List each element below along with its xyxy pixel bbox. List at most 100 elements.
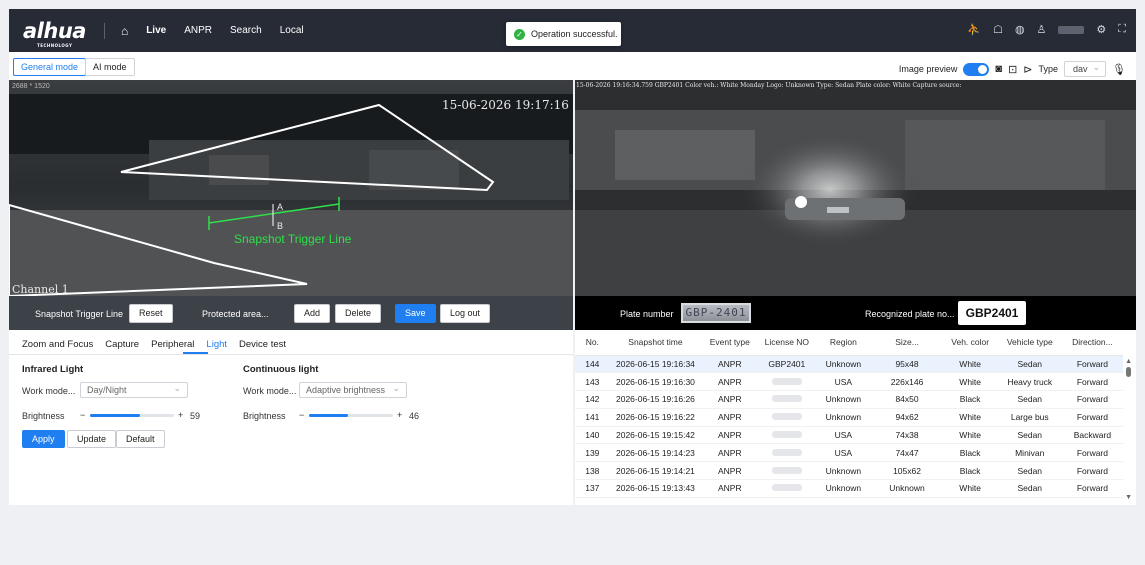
plate-image: GBP-2401 (681, 303, 751, 323)
tab-device-test[interactable]: Device test (239, 339, 286, 350)
trigger-line-label: Snapshot Trigger Line (234, 232, 352, 246)
column-header: License NO (758, 330, 816, 356)
scrollbar-thumb[interactable] (1126, 367, 1131, 377)
blurred-license (771, 448, 802, 456)
cl-plus-button[interactable]: + (397, 410, 402, 420)
table-cell: USA (815, 443, 872, 463)
table-row[interactable]: 142 2026-06-15 19:16:26 ANPR Unknown 84x50 Bl… (575, 390, 1123, 409)
column-header: Direction... (1061, 330, 1123, 356)
record-icon[interactable]: ⊡ (1008, 63, 1017, 76)
fullscreen-icon[interactable]: ⛶ (1118, 23, 1126, 36)
table-cell: Forward (1061, 390, 1123, 409)
table-cell: 143 (575, 372, 610, 392)
table-cell (758, 479, 816, 498)
nav-anpr[interactable]: ANPR (184, 25, 212, 36)
tab-light[interactable]: Light (206, 339, 227, 350)
recognized-plate-label: Recognized plate no... (865, 309, 955, 319)
table-row[interactable]: 144 2026-06-15 19:16:34 ANPR GBP2401 Unknown… (575, 355, 1123, 374)
user-icon[interactable]: ♙ (1037, 23, 1047, 36)
table-cell: Sedan (997, 390, 1062, 409)
logout-button[interactable]: Log out (440, 304, 491, 323)
cl-minus-button[interactable]: − (299, 410, 304, 420)
apply-button[interactable]: Apply (22, 430, 65, 448)
check-circle-icon: ✓ (514, 28, 525, 40)
table-cell: White (942, 426, 998, 445)
delete-button[interactable]: Delete (335, 304, 382, 323)
table-row[interactable]: 137 2026-06-15 19:13:43 ANPR Unknown Unknown… (575, 479, 1123, 498)
scroll-up-icon[interactable]: ▲ (1125, 358, 1132, 365)
image-preview-toggle[interactable] (963, 62, 990, 76)
cl-brightness-slider[interactable] (309, 414, 393, 417)
table-cell: 139 (575, 443, 610, 463)
table-row[interactable]: 141 2026-06-15 19:16:22 ANPR Unknown 94x62 Wh… (575, 408, 1123, 427)
live-video-left[interactable]: 2688 * 1520 15-06-2026 19:17:16 Channel … (9, 80, 573, 296)
cl-work-mode-select[interactable]: Adaptive brightness (299, 381, 407, 398)
scroll-down-icon[interactable]: ▼ (1125, 494, 1132, 501)
table-cell: White (942, 408, 998, 427)
table-row[interactable]: 138 2026-06-15 19:14:21 ANPR Unknown 105x62 B… (575, 461, 1123, 481)
table-cell: 2026-06-15 19:13:43 (609, 479, 702, 498)
blurred-license (771, 431, 802, 439)
general-mode-button[interactable]: General mode (13, 58, 87, 76)
ir-brightness-slider[interactable] (90, 414, 174, 417)
mic-icon[interactable]: 🎙 (1112, 63, 1126, 76)
settings-icon[interactable]: ⚙ (1096, 23, 1106, 36)
ai-mode-button[interactable]: AI mode (85, 58, 135, 76)
table-row[interactable]: 143 2026-06-15 19:16:30 ANPR USA 226x146 Whit… (575, 372, 1123, 392)
table-cell: 2026-06-15 19:16:34 (609, 355, 702, 374)
nav-local[interactable]: Local (280, 25, 304, 36)
type-label: Type (1038, 64, 1059, 74)
nav-search[interactable]: Search (230, 25, 262, 36)
save-button[interactable]: Save (395, 304, 436, 323)
anpr-records-table: No. Snapshot time Event type License NO Regi… (575, 330, 1136, 505)
main-nav: ⌂ Live ANPR Search Local (121, 24, 304, 38)
table-cell: Forward (1061, 461, 1123, 481)
table-row[interactable]: 139 2026-06-15 19:14:23 ANPR USA 74x47 Black M… (575, 443, 1123, 463)
column-header: No. (575, 330, 610, 356)
table-header-row: No. Snapshot time Event type License NO Regi… (575, 330, 1123, 356)
add-button[interactable]: Add (294, 304, 331, 323)
tab-zoom-focus[interactable]: Zoom and Focus (22, 339, 93, 350)
snapshot-video-right[interactable]: 15-06-2026 19:16:34.759 GBP2401 Color ve… (575, 80, 1136, 296)
tab-peripheral[interactable]: Peripheral (151, 339, 194, 350)
table-cell: 2026-06-15 19:16:26 (609, 390, 702, 409)
video-scene (9, 80, 573, 296)
notification-icon[interactable]: ☖ (993, 23, 1003, 36)
table-cell: ANPR (701, 443, 759, 463)
table-cell: Unknown (815, 355, 872, 374)
table-row[interactable]: 140 2026-06-15 19:15:42 ANPR USA 74x38 White S… (575, 426, 1123, 445)
table-cell: 2026-06-15 19:16:30 (609, 372, 702, 392)
infrared-title: Infrared Light (22, 364, 84, 375)
update-button[interactable]: Update (67, 430, 117, 448)
default-button[interactable]: Default (116, 430, 165, 448)
table-cell: Black (942, 461, 998, 481)
table-cell: 141 (575, 408, 610, 427)
divider (103, 22, 105, 39)
table-cell (758, 461, 816, 481)
table-cell: Backward (1061, 426, 1123, 445)
snapshot-icon[interactable]: ◙ (995, 63, 1002, 75)
table-cell: ANPR (701, 372, 759, 392)
table-cell: Unknown (815, 479, 872, 498)
person-walk-icon[interactable]: ⛹ (967, 23, 981, 36)
home-icon[interactable]: ⌂ (121, 24, 128, 38)
ir-plus-button[interactable]: + (178, 410, 183, 420)
table-cell: ANPR (701, 426, 759, 445)
settings-tabs: Zoom and Focus Capture Peripheral Light … (22, 339, 286, 350)
table-cell: White (942, 479, 998, 498)
reset-button[interactable]: Reset (129, 304, 173, 323)
type-select[interactable]: dav (1064, 60, 1107, 77)
table-cell: Unknown (871, 479, 943, 498)
nav-live[interactable]: Live (146, 25, 166, 36)
trigger-control-bar: Snapshot Trigger Line Reset Protected ar… (9, 296, 573, 330)
table-cell: Sedan (997, 461, 1062, 481)
globe-icon[interactable]: ◍ (1015, 23, 1025, 36)
ir-work-mode-select[interactable]: Day/Night (80, 381, 188, 398)
ir-minus-button[interactable]: − (80, 410, 85, 420)
table-cell: 84x50 (871, 390, 943, 409)
tab-capture[interactable]: Capture (105, 339, 139, 350)
table-cell (758, 443, 816, 463)
table-cell: USA (815, 426, 872, 445)
table-cell (758, 390, 816, 409)
export-icon[interactable]: ⊳ (1023, 63, 1032, 76)
